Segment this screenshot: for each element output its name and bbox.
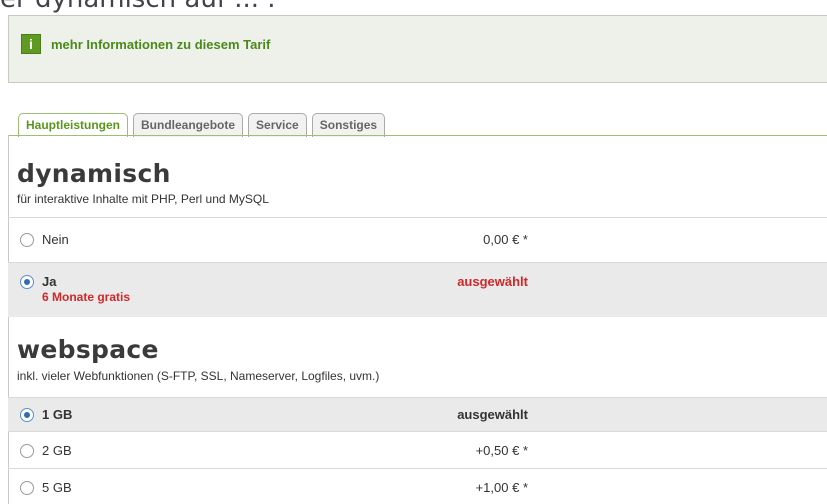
option-label: 1 GB	[42, 407, 73, 422]
tab-hauptleistungen[interactable]: Hauptleistungen	[18, 113, 129, 137]
option-price: 0,00 € *	[483, 232, 528, 247]
section-title-dynamisch: dynamisch	[17, 159, 171, 188]
section-subtitle-dynamisch: für interaktive Inhalte mit PHP, Perl un…	[17, 192, 269, 206]
section-subtitle-webspace: inkl. vieler Webfunktionen (S-FTP, SSL, …	[17, 369, 380, 383]
option-row-webspace-5gb[interactable]: 5 GB +1,00 € *	[8, 468, 827, 504]
radio-webspace-1gb[interactable]	[20, 408, 34, 422]
option-promo: 6 Monate gratis	[42, 290, 131, 304]
more-info-link[interactable]: i mehr Informationen zu diesem Tarif	[21, 34, 270, 54]
option-label: Nein	[42, 232, 69, 247]
tab-service[interactable]: Service	[248, 113, 307, 137]
option-status: ausgewählt	[457, 407, 528, 422]
option-label: Ja	[42, 274, 57, 289]
more-info-label: mehr Informationen zu diesem Tarif	[51, 36, 271, 52]
tariff-info-box: i mehr Informationen zu diesem Tarif	[8, 15, 827, 83]
option-label: 5 GB	[42, 480, 72, 495]
option-row-webspace-2gb[interactable]: 2 GB +0,50 € *	[8, 431, 827, 468]
option-label: 2 GB	[42, 443, 72, 458]
tab-sonstiges[interactable]: Sonstiges	[311, 113, 386, 137]
option-status: ausgewählt	[457, 274, 528, 289]
radio-webspace-2gb[interactable]	[20, 444, 34, 458]
option-row-webspace-1gb[interactable]: 1 GB ausgewählt	[8, 397, 827, 431]
radio-webspace-5gb[interactable]	[20, 481, 34, 495]
radio-dynamisch-ja[interactable]	[20, 275, 34, 289]
radio-dynamisch-nein[interactable]	[20, 233, 34, 247]
cut-off-heading-text: er dynamisch auf ... .	[0, 0, 276, 14]
tab-bundleangebote[interactable]: Bundleangebote	[133, 113, 244, 137]
section-title-webspace: webspace	[17, 335, 159, 364]
option-price: +0,50 € *	[475, 443, 528, 458]
option-price: +1,00 € *	[475, 480, 528, 495]
option-row-dynamisch-nein[interactable]: Nein 0,00 € *	[8, 217, 827, 262]
tariff-tabs: Hauptleistungen Bundleangebote Service S…	[18, 113, 386, 137]
info-icon: i	[21, 34, 41, 54]
option-row-dynamisch-ja[interactable]: Ja 6 Monate gratis ausgewählt	[8, 262, 827, 317]
